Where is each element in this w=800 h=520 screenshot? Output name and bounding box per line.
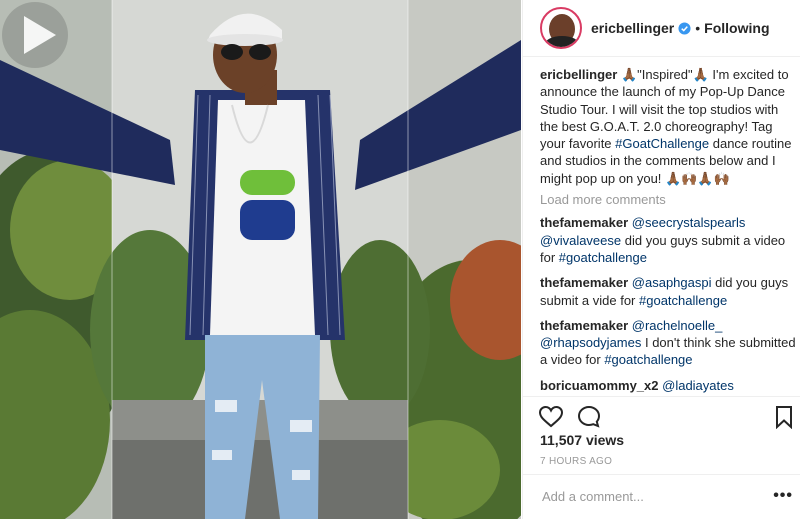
- comment-mention[interactable]: @vivalaveese: [540, 233, 621, 248]
- comment-item: thefamemaker @rachelnoelle_ @rhapsodyjam…: [540, 317, 796, 369]
- comment-mention[interactable]: @rhapsodyjames: [540, 335, 641, 350]
- comment-username[interactable]: thefamemaker: [540, 318, 628, 333]
- video-frame-illustration: [0, 0, 521, 519]
- comment-hashtag[interactable]: #goatchallenge: [559, 250, 647, 265]
- comments-list[interactable]: ericbellinger 🙏🏾"Inspired"🙏🏾 I'm excited…: [540, 66, 796, 396]
- more-options-icon[interactable]: •••: [773, 487, 793, 505]
- comment-item: thefamemaker @seecrystalspearls @vivalav…: [540, 214, 796, 266]
- comment-username[interactable]: boricuamommy_x2: [540, 378, 659, 393]
- load-more-comments[interactable]: Load more comments: [540, 191, 796, 208]
- post-video[interactable]: [0, 0, 521, 519]
- avatar[interactable]: [540, 7, 582, 49]
- post-timestamp[interactable]: 7 HOURS AGO: [540, 456, 612, 467]
- post-sidebar: ericbellinger • Following ericbellinger …: [522, 0, 800, 519]
- post-header: ericbellinger • Following: [523, 0, 800, 57]
- comment-hashtag[interactable]: #goatchallenge: [639, 293, 727, 308]
- view-count[interactable]: 11,507 views: [540, 432, 624, 448]
- comment-mention[interactable]: @seecrystalspearls: [632, 215, 746, 230]
- bookmark-icon[interactable]: [771, 405, 797, 429]
- comment-mention[interactable]: @ladiayates: [662, 378, 734, 393]
- heart-icon[interactable]: [538, 405, 564, 429]
- comment-item: boricuamommy_x2 @ladiayates: [540, 377, 796, 394]
- comment-username[interactable]: thefamemaker: [540, 215, 628, 230]
- comment-item: thefamemaker @asaphgaspi did you guys su…: [540, 274, 796, 309]
- add-comment-bar: •••: [523, 474, 800, 520]
- post-caption: ericbellinger 🙏🏾"Inspired"🙏🏾 I'm excited…: [540, 66, 796, 187]
- comment-bubble-icon[interactable]: [576, 405, 602, 429]
- caption-username[interactable]: ericbellinger: [540, 67, 617, 82]
- comment-hashtag[interactable]: #goatchallenge: [604, 352, 692, 367]
- add-comment-input[interactable]: [540, 488, 764, 505]
- instagram-post-view: ericbellinger • Following ericbellinger …: [0, 0, 800, 519]
- action-bar: [523, 396, 800, 433]
- play-icon[interactable]: [0, 0, 70, 70]
- verified-badge-icon: [678, 21, 691, 35]
- comment-mention[interactable]: @rachelnoelle_: [632, 318, 723, 333]
- separator-dot: •: [695, 20, 701, 36]
- following-button[interactable]: Following: [704, 20, 769, 36]
- header-username[interactable]: ericbellinger: [591, 20, 674, 36]
- comment-mention[interactable]: @asaphgaspi: [632, 275, 712, 290]
- comment-username[interactable]: thefamemaker: [540, 275, 628, 290]
- caption-hashtag[interactable]: #GoatChallenge: [615, 136, 709, 151]
